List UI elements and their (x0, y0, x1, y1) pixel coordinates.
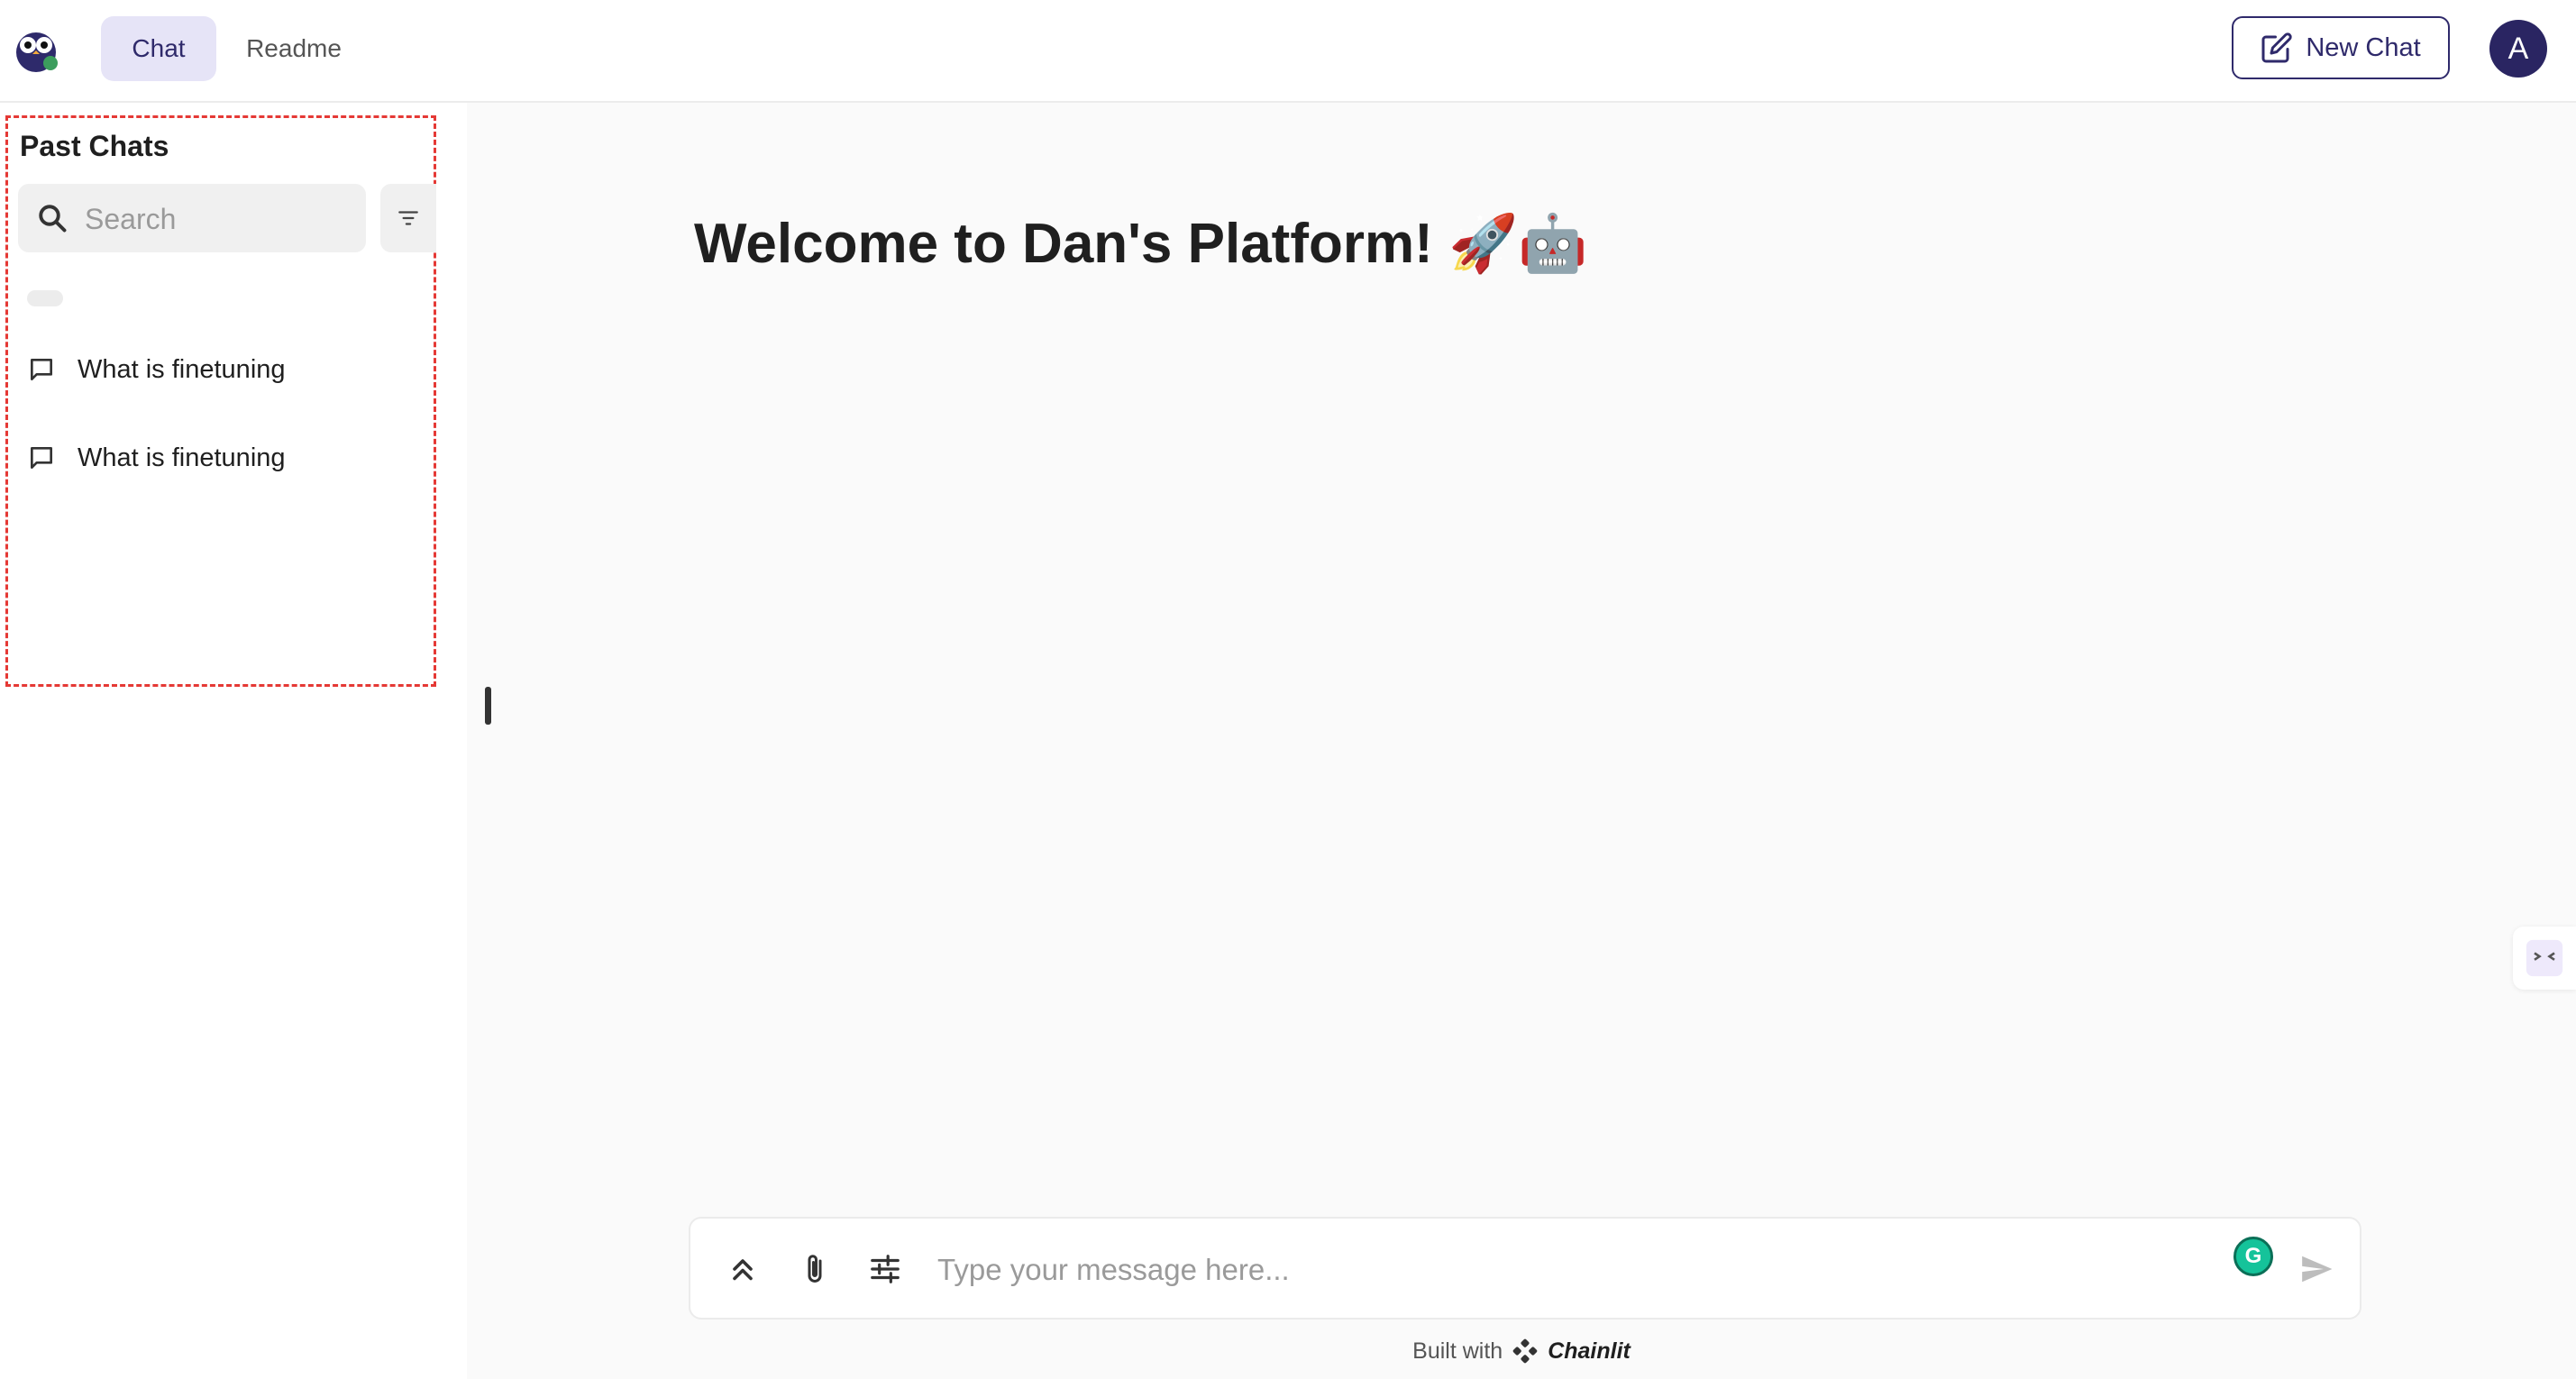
send-button[interactable] (2295, 1247, 2338, 1291)
chat-area: Welcome to Dan's Platform! 🚀🤖 G (467, 103, 2576, 1379)
new-chat-label: New Chat (2306, 32, 2421, 62)
search-box (18, 184, 366, 254)
list-item[interactable]: What is finetuning (27, 342, 424, 397)
message-composer: G (689, 1217, 2361, 1320)
built-with-footer: Built with Chainlit (467, 1338, 2576, 1365)
chainlit-logo-icon (1512, 1338, 1538, 1364)
search-input[interactable] (83, 184, 357, 254)
edit-icon (2261, 32, 2292, 63)
message-input[interactable] (936, 1237, 2183, 1303)
loading-placeholder (27, 290, 63, 306)
send-icon (2302, 1256, 2333, 1283)
chat-item-label: What is finetuning (78, 443, 286, 472)
welcome-text: Welcome to Dan's Platform! 🚀🤖 (694, 213, 1588, 275)
filter-button[interactable] (380, 184, 436, 252)
sidebar: Past Chats What is finetuning What is fi… (0, 103, 467, 1379)
chainlit-brand[interactable]: Chainlit (1548, 1338, 1631, 1365)
chat-bubble-icon (31, 359, 52, 380)
attach-button[interactable] (793, 1247, 836, 1291)
chat-item-label: What is finetuning (78, 354, 286, 384)
collapse-up-icon (733, 1259, 753, 1281)
top-bar: Chat Readme New Chat A (0, 0, 2576, 103)
filter-icon (398, 211, 418, 225)
expand-panel-icon (2526, 939, 2563, 977)
avatar[interactable]: A (2489, 20, 2547, 78)
new-chat-button[interactable]: New Chat (2232, 16, 2450, 79)
collapse-up-button[interactable] (721, 1247, 764, 1291)
tab-readme[interactable]: Readme (227, 16, 361, 81)
search-icon (39, 205, 67, 233)
chat-bubble-icon (31, 447, 52, 469)
sidebar-resize-handle[interactable] (485, 687, 491, 725)
tab-chat[interactable]: Chat (101, 16, 216, 81)
owl-logo-icon (16, 32, 58, 72)
settings-button[interactable] (863, 1247, 907, 1291)
past-chats-title: Past Chats (20, 130, 169, 162)
built-with-text: Built with (1412, 1338, 1503, 1364)
settings-sliders-icon (871, 1255, 900, 1283)
side-panel-toggle[interactable] (2513, 927, 2576, 990)
paperclip-icon (808, 1255, 822, 1283)
welcome-heading: Welcome to Dan's Platform! 🚀🤖 (694, 211, 1587, 277)
list-item[interactable]: What is finetuning (27, 431, 424, 485)
grammarly-icon[interactable]: G (2233, 1237, 2273, 1276)
